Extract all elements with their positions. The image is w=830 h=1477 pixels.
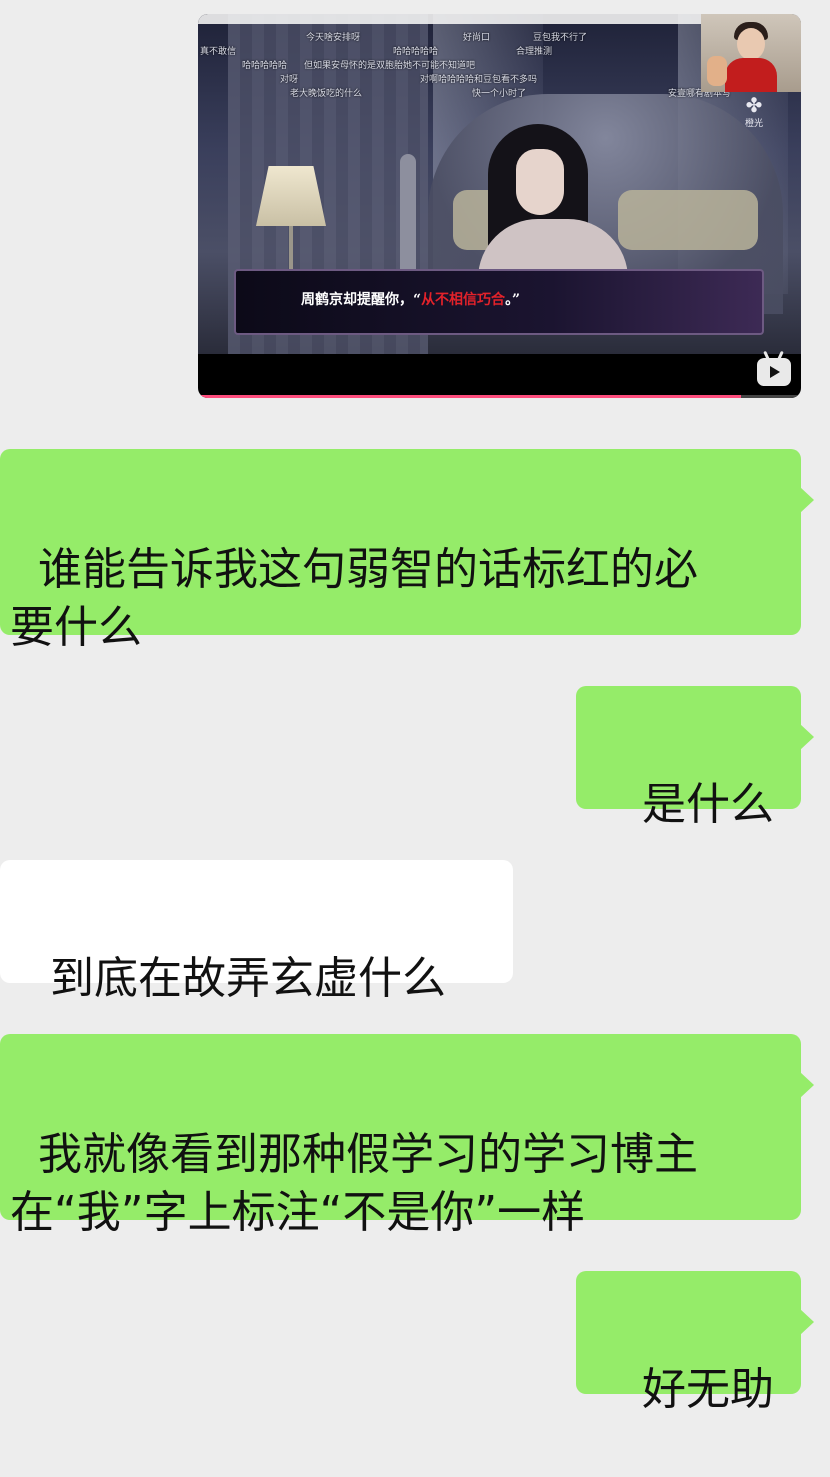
bubble-tail: [800, 487, 814, 513]
dialog-highlight: 从不相信巧合: [421, 292, 506, 308]
danmaku-comment: 真不敢信: [200, 47, 237, 57]
dialog-quote-open: “: [413, 292, 422, 308]
danmaku-comment: 好尚口: [463, 33, 491, 43]
danmaku-comment: 快一个小时了: [472, 89, 527, 99]
danmaku-comment: 哈哈哈哈哈: [393, 47, 439, 57]
message-text: 到底在故弄玄虚什么: [49, 953, 446, 1004]
dialog-quote-close: 。”: [505, 292, 521, 308]
character-face: [516, 149, 564, 215]
video-message[interactable]: 今天啥安排呀 好尚口 豆包我不行了 真不敢信 哈哈哈哈哈 合理推测 哈哈哈哈哈 …: [198, 14, 801, 398]
danmaku-comment: 老大晚饭吃的什么: [290, 89, 363, 99]
streamer-webcam: [701, 14, 801, 92]
video-progress-bar: [198, 395, 801, 398]
danmaku-comment: 合理推测: [516, 47, 553, 57]
brand-name: 橙光: [744, 119, 763, 129]
my-message-bubble[interactable]: 我就像看到那种假学习的学习博主 在“我”字上标注“不是你”一样: [0, 1034, 814, 1238]
danmaku-comment: 对呀: [280, 75, 299, 85]
my-message-bubble[interactable]: 好无助: [576, 1271, 814, 1415]
game-dialog-box: 周鹤京却提醒你，“从不相信巧合。”: [234, 269, 764, 335]
video-progress-fill: [198, 395, 741, 398]
bubble-tail: [800, 1309, 814, 1335]
my-message-bubble[interactable]: 是什么: [576, 686, 814, 830]
message-text: 谁能告诉我这句弱智的话标红的必 要什么: [10, 544, 698, 653]
danmaku-comment: 今天啥安排呀: [306, 33, 361, 43]
streamer-shirt: [725, 58, 777, 92]
message-text: 是什么: [641, 779, 774, 830]
other-message-bubble[interactable]: 到底在故弄玄虚什么: [0, 860, 513, 1004]
brand-watermark: ✤ 橙光: [741, 94, 767, 129]
play-triangle-icon: [770, 366, 780, 378]
chat-screen: { "video_message": { "dialog_speaker": "…: [0, 0, 830, 1430]
bubble-tail: [800, 724, 814, 750]
message-text: 我就像看到那种假学习的学习博主 在“我”字上标注“不是你”一样: [10, 1129, 698, 1238]
video-play-icon[interactable]: [757, 350, 791, 386]
message-text: 好无助: [641, 1364, 774, 1415]
orange-light-logo-icon: ✤: [745, 93, 763, 117]
danmaku-comment: 但如果安母怀的是双胞胎她不可能不知道吧: [304, 61, 476, 71]
video-frame: 今天啥安排呀 好尚口 豆包我不行了 真不敢信 哈哈哈哈哈 合理推测 哈哈哈哈哈 …: [198, 14, 801, 354]
streamer-hand: [707, 56, 727, 86]
streamer-face: [737, 28, 765, 60]
danmaku-comment: 对啊哈哈哈哈和豆包看不多吗: [420, 75, 538, 85]
danmaku-comment: 豆包我不行了: [533, 33, 588, 43]
bubble-tail: [800, 1072, 814, 1098]
danmaku-comment: 哈哈哈哈哈: [242, 61, 288, 71]
dialog-speaker: 周鹤京却提醒你，: [301, 292, 413, 308]
my-message-bubble[interactable]: 谁能告诉我这句弱智的话标红的必 要什么: [0, 449, 814, 653]
pillow-right: [618, 190, 758, 250]
dialog-text: 周鹤京却提醒你，“从不相信巧合。”: [301, 289, 520, 309]
